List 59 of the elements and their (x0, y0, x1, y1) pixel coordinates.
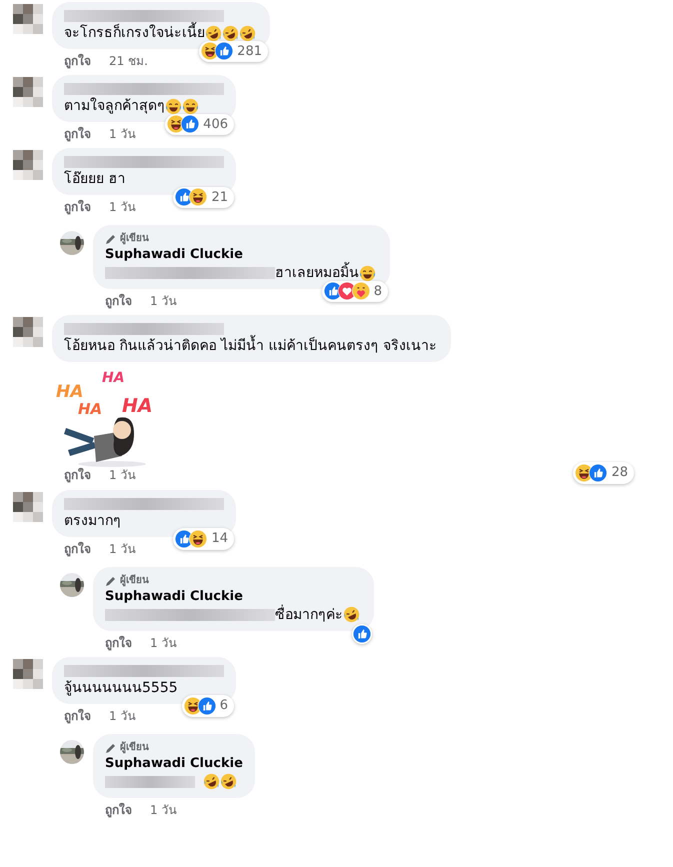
commenter-name[interactable]: Suphawadi Cluckie (105, 754, 243, 772)
like-link[interactable]: ถูกใจ (64, 540, 91, 556)
reaction-count-badge[interactable]: 406 (165, 114, 234, 135)
like-link[interactable]: ถูกใจ (64, 126, 91, 142)
like-link[interactable]: ถูกใจ (64, 199, 91, 215)
comment-text: จู้นนนนนนน5555 (64, 678, 178, 698)
comment-text: ตรงมากๆ (64, 512, 121, 530)
comment-time[interactable]: 1 วัน (150, 293, 176, 309)
reaction-count-badge[interactable]: 28 (573, 462, 634, 484)
comment-time[interactable]: 1 วัน (109, 466, 136, 483)
sticker-text: HA (122, 394, 153, 419)
rolling-laughing-face-icon (203, 773, 220, 790)
pencil-icon (105, 233, 117, 245)
pencil-icon (105, 574, 117, 586)
rolling-laughing-face-icon (205, 24, 222, 42)
comment-time[interactable]: 1 วัน (150, 634, 176, 650)
comment-time[interactable]: 1 วัน (109, 540, 136, 556)
comment-text: ซื่อมากๆค่ะ (275, 604, 343, 624)
reaction-count-badge[interactable]: 6 (182, 695, 234, 716)
comment-time[interactable]: 21 ชม. (109, 53, 148, 69)
like-link[interactable]: ถูกใจ (105, 634, 132, 650)
author-label: ผู้เขียน (120, 740, 149, 754)
reaction-count-badge[interactable]: 21 (173, 186, 234, 208)
comment-text: ตามใจลูกค้าสุดๆ (64, 96, 165, 116)
rolling-laughing-face-icon (220, 773, 237, 790)
reaction-count-badge[interactable]: 8 (322, 280, 388, 302)
author-label: ผู้เขียน (120, 574, 149, 588)
blurred-avatar (13, 77, 43, 107)
reaction-count-badge[interactable]: 281 (199, 40, 268, 62)
blurred-avatar (13, 317, 43, 347)
like-link[interactable]: ถูกใจ (64, 708, 91, 724)
sticker-text: HA (102, 369, 125, 388)
like-link[interactable]: ถูกใจ (64, 53, 91, 69)
blurred-avatar (13, 4, 43, 34)
comment-text: โอ๊ยยย ฮา (64, 170, 126, 189)
tears-of-joy-face-icon (359, 264, 376, 282)
blurred-avatar (13, 150, 43, 180)
tears-of-joy-face-icon (182, 98, 199, 114)
rolling-laughing-face-icon (222, 24, 239, 42)
commenter-name[interactable]: Suphawadi Cluckie (105, 246, 378, 263)
comment-time[interactable]: 1 วัน (150, 802, 176, 818)
comment-time[interactable]: 1 วัน (109, 126, 136, 142)
commenter-name[interactable]: Suphawadi Cluckie (105, 588, 362, 604)
comment-time[interactable]: 1 วัน (109, 708, 136, 724)
rolling-laughing-face-icon (239, 24, 256, 42)
comment-time[interactable]: 1 วัน (109, 199, 136, 215)
like-link[interactable]: ถูกใจ (64, 466, 91, 483)
like-link[interactable]: ถูกใจ (105, 802, 132, 818)
comment-text: ฮาเลยหมอมิ้น (275, 263, 359, 283)
like-link[interactable]: ถูกใจ (105, 293, 132, 309)
comment-text: จะโกรธก็เกรงใจน่ะเนี้ย (64, 23, 205, 43)
blurred-avatar (13, 492, 43, 522)
author-label: ผู้เขียน (120, 232, 149, 246)
rolling-laughing-face-icon (343, 606, 360, 623)
tears-of-joy-face-icon (165, 98, 182, 114)
blurred-avatar (13, 658, 43, 688)
reaction-count-badge[interactable]: 14 (173, 528, 234, 550)
pencil-icon (105, 742, 117, 754)
comment-text: โอ้ยหนอ กินแล้วน่าติดคอ ไม่มีน้ำ แม่ค้าเป็นคนตรงๆ จริงเนาะ (64, 336, 437, 356)
